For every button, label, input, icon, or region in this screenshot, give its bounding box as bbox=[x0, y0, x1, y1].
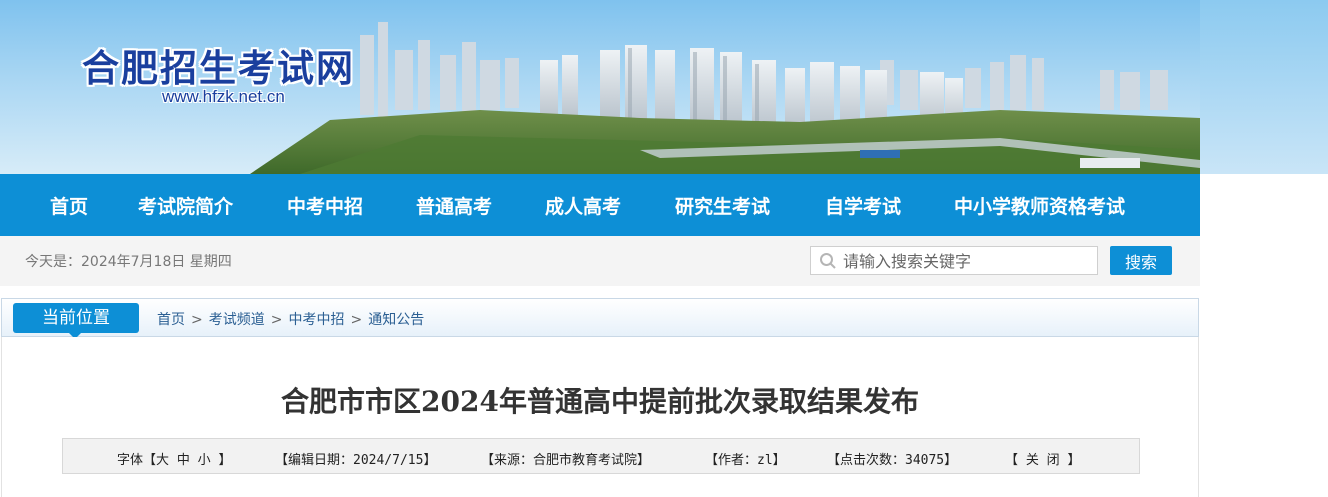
nav-item-self-study[interactable]: 自学考试 bbox=[825, 192, 901, 219]
search-input[interactable] bbox=[843, 250, 1093, 272]
breadcrumb-bar: 当前位置 首页 > 考试频道 > 中考中招 > 通知公告 bbox=[1, 298, 1199, 339]
info-bar: 今天是：2024年7月18日 星期四 搜索 bbox=[0, 236, 1200, 286]
article-meta-bar: 字体【大 中 小 】 【编辑日期：2024/7/15】 【来源：合肥市教育考试院… bbox=[62, 438, 1140, 474]
article-title: 合肥市市区2024年普通高中提前批次录取结果发布 bbox=[281, 385, 919, 418]
breadcrumb-item-exam-channel[interactable]: 考试频道 bbox=[209, 312, 265, 328]
breadcrumb-item-home[interactable]: 首页 bbox=[157, 312, 185, 328]
header-banner: 合肥招生考试网 www.hfzk.net.cn bbox=[0, 0, 1328, 174]
breadcrumb-item-zhongkao[interactable]: 中考中招 bbox=[288, 312, 344, 328]
breadcrumb-item-notices[interactable]: 通知公告 bbox=[368, 312, 424, 328]
click-count: 【点击次数：34075】 bbox=[827, 453, 958, 468]
breadcrumb-separator: > bbox=[191, 312, 203, 328]
font-size-switcher[interactable]: 字体【大 中 小 】 bbox=[117, 449, 231, 468]
breadcrumb-separator: > bbox=[270, 312, 283, 328]
nav-item-about[interactable]: 考试院简介 bbox=[138, 192, 233, 219]
main-nav: 首页 考试院简介 中考中招 普通高考 成人高考 研究生考试 自学考试 中小学教师… bbox=[0, 174, 1200, 236]
article-author: 【作者：zl】 bbox=[705, 453, 786, 468]
search-button[interactable]: 搜索 bbox=[1110, 246, 1172, 275]
breadcrumb-separator: > bbox=[350, 312, 363, 328]
search-icon bbox=[820, 253, 836, 269]
banner-sky-edge bbox=[1200, 0, 1328, 174]
edit-date: 【编辑日期：2024/7/15】 bbox=[275, 453, 437, 468]
site-logo-title[interactable]: 合肥招生考试网 bbox=[82, 38, 355, 92]
nav-item-teacher-cert[interactable]: 中小学教师资格考试 bbox=[954, 192, 1125, 219]
breadcrumb-label-text: 当前位置 bbox=[42, 308, 110, 328]
close-link[interactable]: 【 关 闭 】 bbox=[1005, 449, 1080, 468]
breadcrumb: 首页 > 考试频道 > 中考中招 > 通知公告 bbox=[157, 309, 424, 329]
nav-right-blank bbox=[1200, 174, 1328, 236]
nav-item-graduate-exam[interactable]: 研究生考试 bbox=[675, 192, 770, 219]
article-source: 【来源：合肥市教育考试院】 bbox=[481, 453, 651, 468]
nav-item-zhongkao[interactable]: 中考中招 bbox=[287, 192, 363, 219]
site-url: www.hfzk.net.cn bbox=[162, 87, 285, 106]
nav-item-gaokao[interactable]: 普通高考 bbox=[416, 192, 492, 219]
nav-item-home[interactable]: 首页 bbox=[50, 192, 88, 219]
current-date: 今天是：2024年7月18日 星期四 bbox=[25, 254, 232, 270]
search-box bbox=[810, 246, 1098, 275]
breadcrumb-label: 当前位置 bbox=[13, 303, 139, 339]
nav-item-adult-exam[interactable]: 成人高考 bbox=[545, 192, 621, 219]
